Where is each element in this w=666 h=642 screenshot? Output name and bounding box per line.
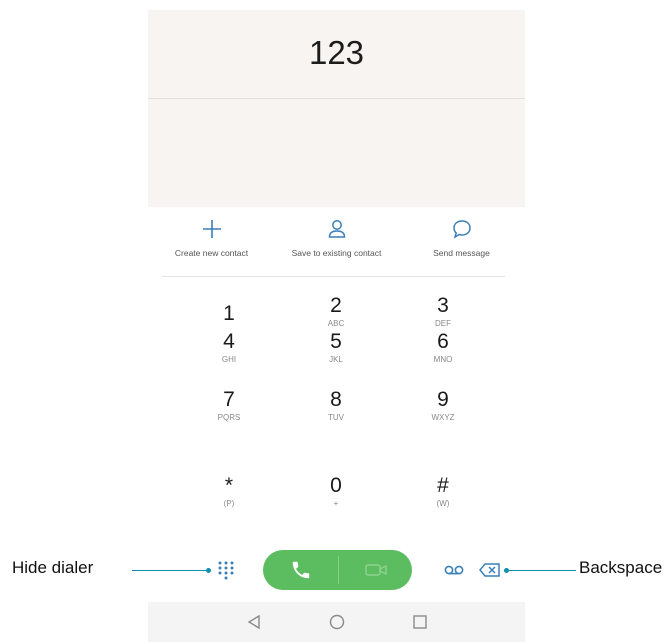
phone-icon xyxy=(292,561,309,579)
recents-button[interactable] xyxy=(408,610,432,634)
key-digit: 4 xyxy=(223,330,235,353)
key-hash[interactable]: # (W) xyxy=(403,474,483,518)
key-8[interactable]: 8 TUV xyxy=(296,388,376,432)
recents-icon xyxy=(413,615,427,629)
action-label: Create new contact xyxy=(174,248,249,258)
backspace-icon xyxy=(479,563,500,577)
backspace-button[interactable] xyxy=(479,562,501,578)
back-icon xyxy=(247,614,260,630)
key-letters: ABC xyxy=(327,319,345,328)
backspace-leader-line xyxy=(508,570,576,571)
hide-dialer-button[interactable] xyxy=(216,560,236,580)
key-4[interactable]: 4 GHI xyxy=(189,330,269,374)
key-digit: # xyxy=(437,474,449,497)
key-6[interactable]: 6 MNO xyxy=(403,330,483,374)
dialer-screen: 123 Create new contact Save to existing … xyxy=(148,10,525,642)
key-digit: 5 xyxy=(330,330,342,353)
dialer-bottom-bar xyxy=(148,550,525,594)
quick-actions: Create new contact Save to existing cont… xyxy=(148,216,525,274)
key-digit: 0 xyxy=(330,474,342,497)
key-letters: GHI xyxy=(221,355,237,364)
hide-dialer-leader-line xyxy=(132,570,208,571)
voicemail-icon xyxy=(444,565,464,575)
divider xyxy=(162,276,505,277)
dialed-number: 123 xyxy=(308,34,365,71)
action-label: Send message xyxy=(433,248,490,258)
save-to-existing-contact-button[interactable]: Save to existing contact xyxy=(274,216,399,258)
create-new-contact-button[interactable]: Create new contact xyxy=(149,216,274,258)
home-button[interactable] xyxy=(325,610,349,634)
video-call-button[interactable] xyxy=(339,550,412,590)
navigation-bar xyxy=(148,602,525,642)
key-digit: 9 xyxy=(437,388,449,411)
key-letters: JKL xyxy=(329,355,343,364)
hide-dialer-callout: Hide dialer xyxy=(12,558,94,577)
key-7[interactable]: 7 PQRS xyxy=(189,388,269,432)
plus-icon xyxy=(149,216,274,242)
key-letters: TUV xyxy=(328,413,344,422)
key-0[interactable]: 0 + xyxy=(296,474,376,518)
back-button[interactable] xyxy=(242,610,266,634)
send-message-button[interactable]: Send message xyxy=(399,216,524,258)
call-button[interactable] xyxy=(263,550,338,590)
key-digit: 1 xyxy=(223,302,235,325)
key-letters: (W) xyxy=(436,499,450,508)
key-digit: 6 xyxy=(437,330,449,353)
key-letters: PQRS xyxy=(217,413,241,422)
key-letters: MNO xyxy=(433,355,453,364)
key-letters: DEF xyxy=(435,319,451,328)
message-bubble-icon xyxy=(399,216,524,242)
key-digit: 2 xyxy=(330,294,342,317)
key-digit: 3 xyxy=(437,294,449,317)
hide-dialer-leader-dot xyxy=(206,568,211,573)
key-star[interactable]: * (P) xyxy=(189,474,269,518)
key-letters: WXYZ xyxy=(431,413,455,422)
key-letters: (P) xyxy=(223,499,235,508)
video-camera-icon xyxy=(364,564,387,576)
suggestions-area xyxy=(148,99,525,207)
voicemail-button[interactable] xyxy=(443,562,465,578)
key-9[interactable]: 9 WXYZ xyxy=(403,388,483,432)
call-buttons xyxy=(263,550,412,590)
key-digit: * xyxy=(224,474,234,497)
action-label: Save to existing contact xyxy=(291,248,382,258)
person-icon xyxy=(274,216,399,242)
key-letters: + xyxy=(333,499,339,508)
key-digit: 8 xyxy=(330,388,342,411)
key-digit: 7 xyxy=(223,388,235,411)
dialpad-grid-icon xyxy=(218,561,234,580)
home-icon xyxy=(329,614,345,630)
key-5[interactable]: 5 JKL xyxy=(296,330,376,374)
backspace-callout: Backspace xyxy=(579,558,663,577)
number-display: 123 xyxy=(148,10,525,99)
